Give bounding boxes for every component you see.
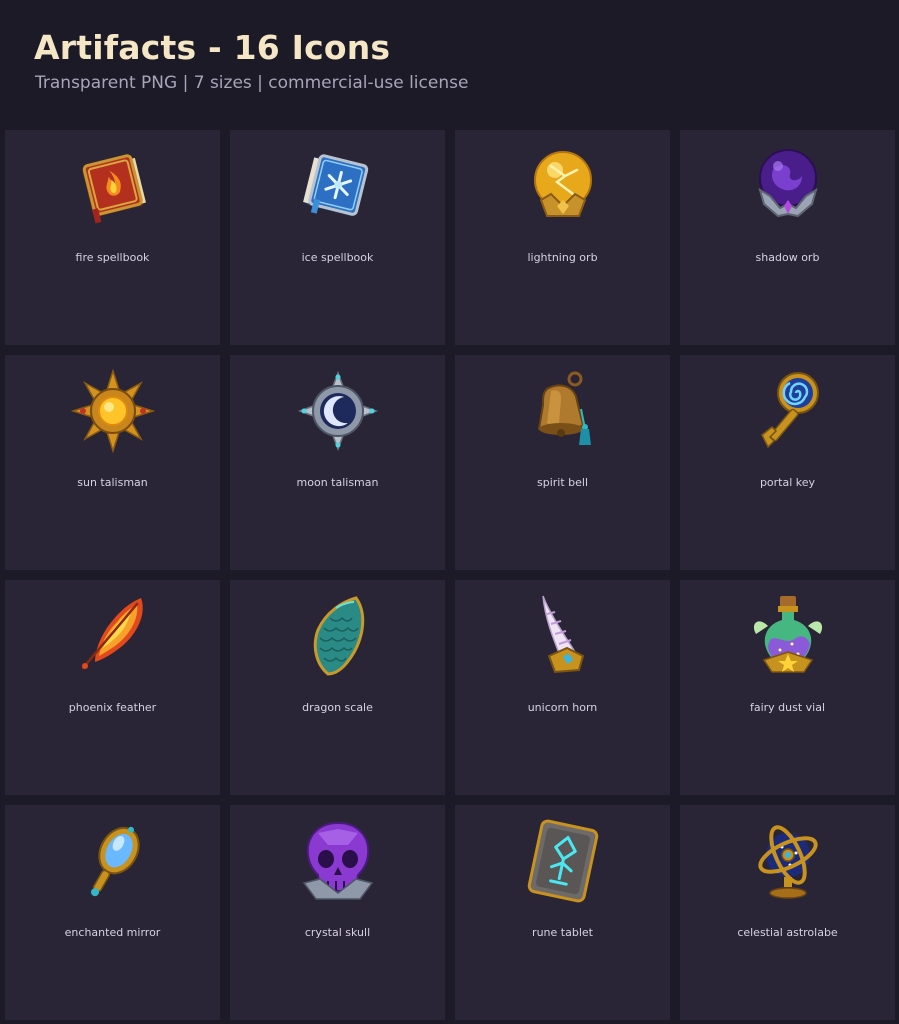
page-title: Artifacts - 16 Icons <box>34 28 391 67</box>
icon-label: unicorn horn <box>527 701 598 714</box>
icon-label: phoenix feather <box>68 701 157 714</box>
icon-card-rune-tablet[interactable]: rune tablet <box>455 805 670 1020</box>
enchanted-mirror-icon <box>91 826 140 897</box>
icon-label: moon talisman <box>296 476 379 489</box>
icon-card-enchanted-mirror[interactable]: enchanted mirror <box>5 805 220 1020</box>
icon-label: fairy dust vial <box>749 701 826 714</box>
icon-card-spirit-bell[interactable]: spirit bell <box>455 355 670 570</box>
rune-tablet-icon <box>527 819 599 903</box>
icon-card-phoenix-feather[interactable]: phoenix feather <box>5 580 220 795</box>
icon-label: crystal skull <box>304 926 371 939</box>
celestial-astrolabe-icon <box>758 825 818 899</box>
icon-card-portal-key[interactable]: portal key <box>680 355 895 570</box>
icon-card-fire-spellbook[interactable]: fire spellbook <box>5 130 220 345</box>
icon-label: portal key <box>759 476 816 489</box>
moon-talisman-icon <box>297 370 379 452</box>
page-subtitle: Transparent PNG | 7 sizes | commercial-u… <box>35 73 469 93</box>
icon-label: sun talisman <box>77 476 148 489</box>
icon-label: lightning orb <box>527 251 598 264</box>
icon-card-dragon-scale[interactable]: dragon scale <box>230 580 445 795</box>
icon-card-shadow-orb[interactable]: shadow orb <box>680 130 895 345</box>
icon-label: ice spellbook <box>301 251 374 264</box>
fairy-dust-vial-icon <box>753 596 823 673</box>
icon-card-celestial-astrolabe[interactable]: celestial astrolabe <box>680 805 895 1020</box>
icon-card-moon-talisman[interactable]: moon talisman <box>230 355 445 570</box>
page-header: Artifacts - 16 Icons Transparent PNG | 7… <box>0 0 899 128</box>
portal-key-icon <box>761 372 819 449</box>
fire-spellbook-icon <box>82 154 146 224</box>
icon-card-crystal-skull[interactable]: crystal skull <box>230 805 445 1020</box>
icon-label: shadow orb <box>755 251 820 264</box>
icon-card-sun-talisman[interactable]: sun talisman <box>5 355 220 570</box>
icon-label: rune tablet <box>532 926 593 939</box>
icon-label: dragon scale <box>302 701 373 714</box>
icon-grid: fire spellbook ice spellbook lightning o… <box>5 130 895 1020</box>
icon-card-unicorn-horn[interactable]: unicorn horn <box>455 580 670 795</box>
shadow-orb-icon <box>758 149 818 218</box>
spirit-bell-icon <box>537 371 591 445</box>
icon-label: enchanted mirror <box>64 926 161 939</box>
unicorn-horn-icon <box>542 595 585 674</box>
icon-card-ice-spellbook[interactable]: ice spellbook <box>230 130 445 345</box>
icon-card-lightning-orb[interactable]: lightning orb <box>455 130 670 345</box>
lightning-orb-icon <box>534 151 592 217</box>
sun-talisman-icon <box>71 369 155 453</box>
crystal-skull-icon <box>302 821 374 900</box>
icon-label: spirit bell <box>536 476 589 489</box>
ice-spellbook-icon <box>303 154 369 217</box>
icon-card-fairy-dust-vial[interactable]: fairy dust vial <box>680 580 895 795</box>
phoenix-feather-icon <box>81 598 143 670</box>
icon-label: celestial astrolabe <box>737 926 838 939</box>
dragon-scale-icon <box>313 596 365 676</box>
icon-label: fire spellbook <box>75 251 150 264</box>
